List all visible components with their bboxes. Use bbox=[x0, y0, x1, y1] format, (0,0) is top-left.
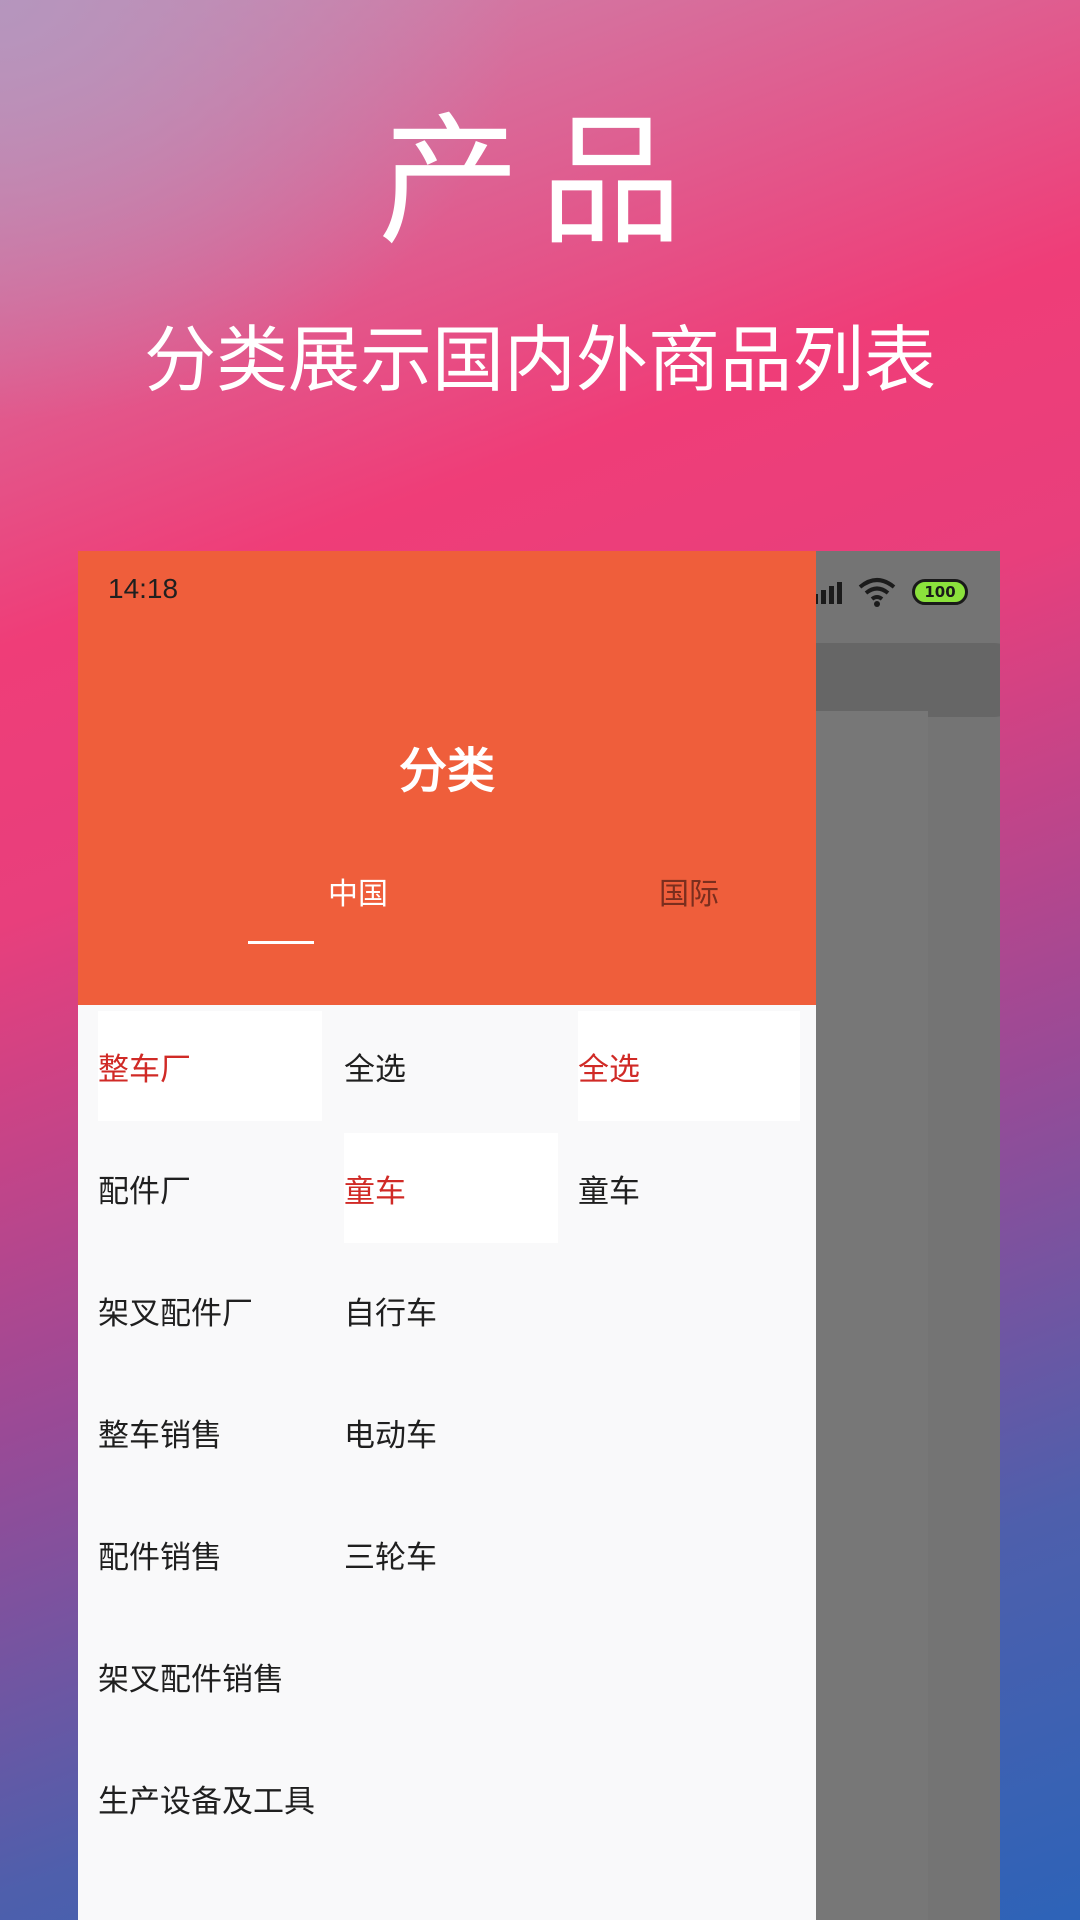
category-item[interactable]: 配件厂 bbox=[78, 1127, 338, 1249]
category-column-3: 全选 童车 bbox=[578, 1005, 816, 1249]
subcategory-item[interactable]: 三轮车 bbox=[344, 1493, 568, 1615]
tab-china[interactable]: 中国 bbox=[288, 869, 428, 929]
tab-international[interactable]: 国际 bbox=[619, 869, 759, 929]
category-item[interactable]: 架叉配件厂 bbox=[78, 1249, 338, 1371]
background-content bbox=[808, 711, 928, 1920]
promo-title: 产品 bbox=[378, 100, 702, 265]
subcategory-item[interactable]: 自行车 bbox=[344, 1249, 568, 1371]
category-item[interactable]: 整车厂 bbox=[98, 1011, 322, 1121]
status-icons: 100 bbox=[805, 575, 968, 609]
type-item[interactable]: 全选 bbox=[578, 1011, 800, 1121]
promo-subtitle: 分类展示国内外商品列表 bbox=[143, 318, 936, 402]
phone-screen: 100 14:18 分类 中国 国际 整车厂 配件厂 架叉配件厂 整车销售 配件… bbox=[78, 551, 1000, 1920]
subcategory-item[interactable]: 电动车 bbox=[344, 1371, 568, 1493]
drawer-title: 分类 bbox=[398, 743, 495, 799]
subcategory-item[interactable]: 全选 bbox=[344, 1005, 568, 1127]
category-drawer: 14:18 分类 中国 国际 整车厂 配件厂 架叉配件厂 整车销售 配件销售 架… bbox=[78, 551, 816, 1920]
subcategory-item[interactable]: 童车 bbox=[344, 1133, 558, 1243]
category-column-2: 全选 童车 自行车 电动车 三轮车 bbox=[344, 1005, 568, 1615]
type-item[interactable]: 童车 bbox=[578, 1127, 816, 1249]
wifi-icon bbox=[858, 578, 896, 607]
category-item[interactable]: 整车销售 bbox=[78, 1371, 338, 1493]
tab-indicator bbox=[248, 941, 314, 944]
category-column-1: 整车厂 配件厂 架叉配件厂 整车销售 配件销售 架叉配件销售 生产设备及工具 bbox=[78, 1005, 338, 1859]
battery-icon: 100 bbox=[912, 579, 968, 605]
drawer-header: 14:18 分类 中国 国际 bbox=[78, 551, 816, 1005]
status-time: 14:18 bbox=[108, 573, 179, 604]
category-item[interactable]: 架叉配件销售 bbox=[78, 1615, 338, 1737]
category-item[interactable]: 生产设备及工具 bbox=[78, 1737, 338, 1859]
category-item[interactable]: 配件销售 bbox=[78, 1493, 338, 1615]
